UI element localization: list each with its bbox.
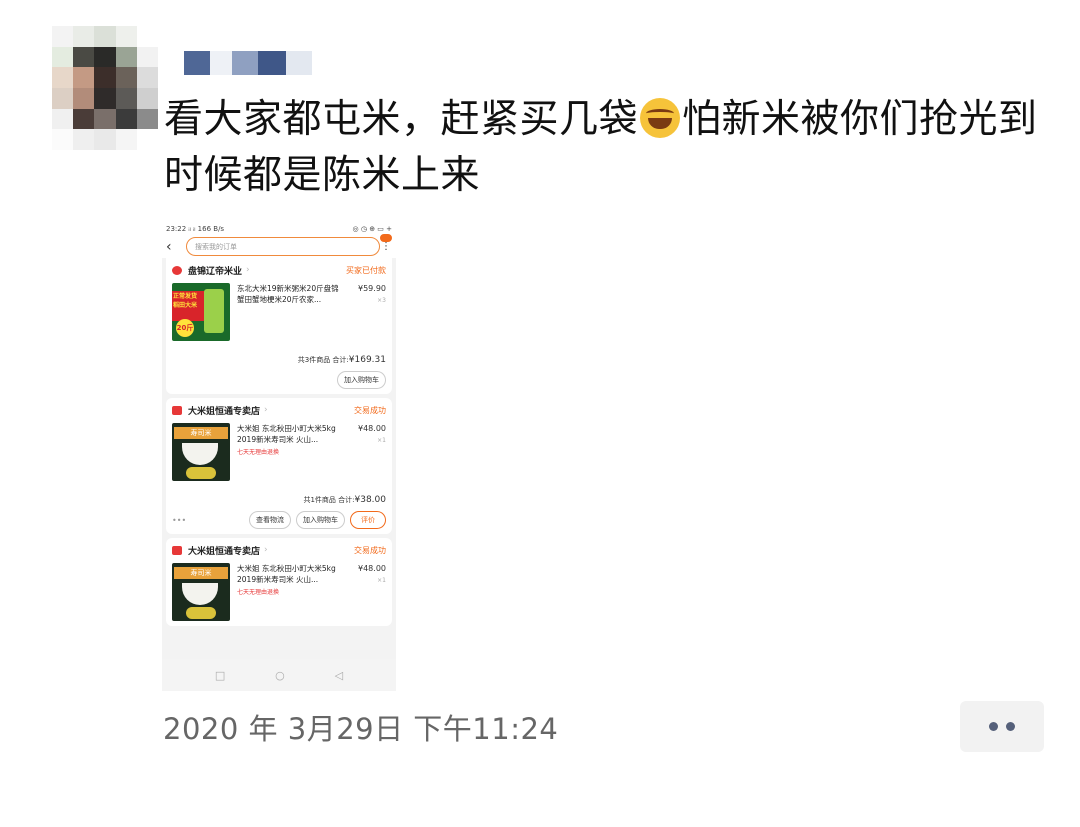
thumbnail-label: 寿司米	[174, 427, 228, 439]
recents-icon: □	[214, 668, 226, 682]
nickname-blurred[interactable]	[184, 51, 312, 75]
thumbnail-label: 寿司米	[174, 567, 228, 579]
search-input: 搜索我的订单	[186, 237, 380, 256]
rice-bag-image	[204, 289, 224, 333]
item-info: 大米姐 东北秋田小町大米5kg 2019新米寿司米 火山... 七天无理由退换	[230, 423, 346, 481]
status-bar-right: ◎ ◷ ⊕ ▭ +	[352, 224, 392, 233]
review-button: 评价	[350, 511, 386, 529]
post-timestamp: 2020 年 3月29日 下午11:24	[163, 712, 559, 746]
button-row: 加入购物车	[172, 371, 386, 389]
status-bar-left: 23:22 ᵢₗ ᵢₗ 166 B/s	[166, 224, 225, 233]
shop-name: 盘锦辽帝米业	[188, 266, 243, 277]
shop-row: 盘锦辽帝米业 › 买家已付款	[172, 263, 386, 277]
view-logistics-button: 查看物流	[249, 511, 291, 529]
button-row: ••• 查看物流 加入购物车 评价	[172, 511, 386, 529]
rice-bowl-image	[182, 443, 218, 465]
shop-row: 大米姐恒通专卖店 › 交易成功	[172, 543, 386, 557]
chevron-right-icon: ›	[246, 265, 250, 275]
thumbnail-weight: 20斤	[176, 319, 194, 337]
shop-row: 大米姐恒通专卖店 › 交易成功	[172, 403, 386, 417]
thumbnail-tag: 正常发货 稻田大米	[172, 291, 206, 321]
shop-name: 大米姐恒通专卖店	[188, 546, 261, 557]
item-qty: ×1	[377, 577, 386, 584]
order-status: 买家已付款	[346, 265, 386, 275]
like-comment-button[interactable]	[960, 701, 1044, 752]
chevron-right-icon: ›	[264, 545, 268, 555]
more-dots-icon: •••	[172, 515, 187, 525]
dot-icon	[989, 722, 998, 731]
home-icon: ○	[275, 668, 285, 682]
price-column: ¥48.00 ×1	[346, 563, 386, 621]
back-arrow-icon: ‹	[166, 238, 172, 255]
order-status: 交易成功	[354, 545, 386, 555]
order-status: 交易成功	[354, 405, 386, 415]
product-thumbnail: 正常发货 稻田大米 20斤	[172, 283, 230, 341]
item-qty: ×1	[377, 437, 386, 444]
order-summary: 共3件商品 合计:¥169.31	[172, 355, 386, 365]
promo-text: 七天无理由退换	[237, 449, 280, 456]
status-bar: 23:22 ᵢₗ ᵢₗ 166 B/s ◎ ◷ ⊕ ▭ +	[162, 222, 396, 235]
item-qty: ×3	[377, 297, 386, 304]
dot-icon	[1006, 722, 1015, 731]
item-price: ¥48.00	[358, 424, 386, 433]
item-title: 大米姐 东北秋田小町大米5kg 2019新米寿司米 火山...	[237, 564, 336, 584]
shop-icon	[172, 545, 182, 555]
chevron-right-icon: ›	[264, 405, 268, 415]
menu-icon: ⋮	[381, 241, 391, 252]
post-text-part1: 看大家都屯米，赶紧买几袋	[164, 97, 639, 142]
post-text: 看大家都屯米，赶紧买几袋 怕新米被你们抢光到时候都是陈米上来	[164, 92, 1044, 204]
shop-name: 大米姐恒通专卖店	[188, 406, 261, 417]
tears-of-joy-emoji-icon	[640, 98, 681, 138]
android-nav-bar: □ ○ ◁	[162, 659, 396, 691]
product-thumbnail: 寿司米	[172, 563, 230, 621]
order-summary: 共1件商品 合计:¥38.00	[172, 495, 386, 505]
item-price: ¥48.00	[358, 564, 386, 573]
item-title: 大米姐 东北秋田小町大米5kg 2019新米寿司米 火山...	[237, 424, 336, 444]
promo-text: 七天无理由退换	[237, 589, 280, 596]
avatar[interactable]	[52, 26, 158, 150]
item-title: 东北大米19新米粥米20斤盘锦蟹田蟹地梗米20斤农家...	[237, 284, 339, 304]
price-column: ¥59.90 ×3	[346, 283, 386, 341]
order-card: 大米姐恒通专卖店 › 交易成功 寿司米 大米姐 东北秋田小町大米5kg 2019…	[166, 538, 392, 626]
notification-badge	[380, 234, 392, 242]
order-card: 大米姐恒通专卖店 › 交易成功 寿司米 大米姐 东北秋田小町大米5kg 2019…	[166, 398, 392, 534]
shop-icon	[172, 405, 182, 415]
order-item: 寿司米 大米姐 东北秋田小町大米5kg 2019新米寿司米 火山... 七天无理…	[172, 423, 386, 481]
order-total: ¥169.31	[348, 355, 386, 365]
grain-image	[186, 607, 216, 619]
order-item: 寿司米 大米姐 东北秋田小町大米5kg 2019新米寿司米 火山... 七天无理…	[172, 563, 386, 621]
item-info: 大米姐 东北秋田小町大米5kg 2019新米寿司米 火山... 七天无理由退换	[230, 563, 346, 621]
item-price: ¥59.90	[358, 284, 386, 293]
product-thumbnail: 寿司米	[172, 423, 230, 481]
add-to-cart-button: 加入购物车	[337, 371, 386, 389]
price-column: ¥48.00 ×1	[346, 423, 386, 481]
attached-screenshot[interactable]: 23:22 ᵢₗ ᵢₗ 166 B/s ◎ ◷ ⊕ ▭ + ‹ 搜索我的订单 ⋮…	[162, 222, 396, 691]
back-icon: ◁	[334, 668, 344, 682]
order-card: 盘锦辽帝米业 › 买家已付款 正常发货 稻田大米 20斤 东北大米19新米粥米2…	[166, 258, 392, 394]
grain-image	[186, 467, 216, 479]
summary-label: 共1件商品 合计:	[303, 496, 355, 504]
order-item: 正常发货 稻田大米 20斤 东北大米19新米粥米20斤盘锦蟹田蟹地梗米20斤农家…	[172, 283, 386, 341]
add-to-cart-button: 加入购物车	[296, 511, 345, 529]
summary-label: 共3件商品 合计:	[297, 356, 349, 364]
rice-bowl-image	[182, 583, 218, 605]
search-bar: ‹ 搜索我的订单 ⋮	[162, 235, 396, 258]
shop-icon	[172, 265, 182, 275]
order-total: ¥38.00	[354, 495, 387, 505]
